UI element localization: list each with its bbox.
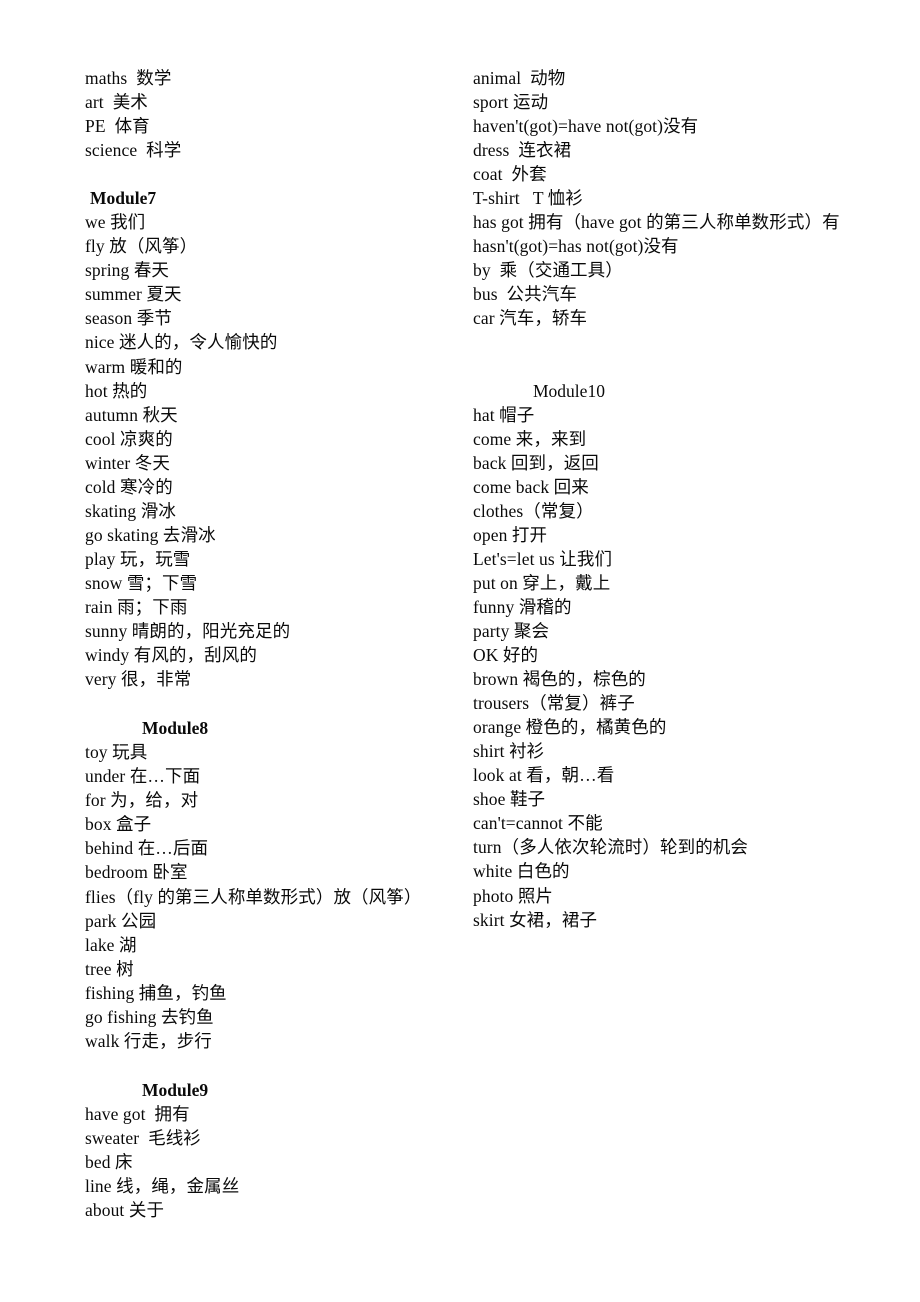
vocabulary-entry: bus 公共汽车 bbox=[473, 284, 577, 305]
vocabulary-entry: coat 外套 bbox=[473, 164, 547, 185]
vocabulary-entry: sunny 晴朗的，阳光充足的 bbox=[85, 621, 291, 642]
vocabulary-entry: OK 好的 bbox=[473, 645, 539, 666]
vocabulary-entry: for 为，给，对 bbox=[85, 790, 199, 811]
vocabulary-entry: skating 滑冰 bbox=[85, 500, 176, 521]
vocabulary-entry: go fishing 去钓鱼 bbox=[85, 1006, 214, 1027]
vocabulary-entry: shoe 鞋子 bbox=[473, 789, 546, 810]
vocabulary-entry: by 乘（交通工具） bbox=[473, 260, 623, 281]
vocabulary-entry: brown 褐色的，棕色的 bbox=[473, 669, 646, 690]
vocabulary-entry: warm 暖和的 bbox=[85, 356, 183, 377]
vocabulary-entry: cool 凉爽的 bbox=[85, 428, 173, 449]
vocabulary-entry: science 科学 bbox=[85, 140, 182, 161]
vocabulary-entry: put on 穿上，戴上 bbox=[473, 572, 611, 593]
vocabulary-entry: maths 数学 bbox=[85, 68, 172, 88]
vocabulary-entry: rain 雨；下雨 bbox=[85, 596, 188, 617]
vocabulary-entry: animal 动物 bbox=[473, 68, 566, 88]
vocabulary-entry: art 美术 bbox=[85, 92, 148, 113]
vocabulary-entry: hot 热的 bbox=[85, 380, 148, 401]
vocabulary-entry: Let's=let us 让我们 bbox=[473, 548, 613, 569]
vocabulary-entry: toy 玩具 bbox=[85, 742, 148, 763]
module-heading: Module9 bbox=[142, 1079, 209, 1100]
vocabulary-entry: go skating 去滑冰 bbox=[85, 524, 216, 545]
vocabulary-entry: bed 床 bbox=[85, 1151, 133, 1172]
vocabulary-entry: clothes（常复） bbox=[473, 500, 594, 521]
document-page: maths 数学 art 美术 PE 体育 science 科学 Module7 we 我… bbox=[0, 0, 920, 1302]
vocabulary-entry: back 回到，返回 bbox=[473, 452, 599, 473]
vocabulary-entry: summer 夏天 bbox=[85, 284, 182, 305]
vocabulary-entry: walk 行走，步行 bbox=[85, 1030, 212, 1051]
vocabulary-entry: T-shirt T 恤衫 bbox=[473, 188, 583, 209]
vocabulary-entry: line 线，绳，金属丝 bbox=[85, 1176, 240, 1197]
vocabulary-entry: dress 连衣裙 bbox=[473, 140, 572, 161]
vocabulary-entry: can't=cannot 不能 bbox=[473, 813, 603, 834]
vocabulary-entry: behind 在…后面 bbox=[85, 838, 209, 859]
vocabulary-entry: turn（多人依次轮流时）轮到的机会 bbox=[473, 837, 748, 858]
vocabulary-entry: snow 雪；下雪 bbox=[85, 572, 198, 593]
vocabulary-entry: tree 树 bbox=[85, 958, 134, 979]
module-heading: Module8 bbox=[142, 718, 209, 739]
vocabulary-entry: nice 迷人的，令人愉快的 bbox=[85, 332, 278, 353]
module-heading: Module10 bbox=[533, 380, 605, 401]
vocabulary-entry: spring 春天 bbox=[85, 260, 170, 281]
vocabulary-entry: autumn 秋天 bbox=[85, 404, 178, 425]
vocabulary-entry: play 玩，玩雪 bbox=[85, 548, 191, 569]
vocabulary-entry: flies（fly 的第三人称单数形式）放（风筝） bbox=[85, 886, 422, 907]
vocabulary-entry: windy 有风的，刮风的 bbox=[85, 645, 257, 666]
vocabulary-entry: white 白色的 bbox=[473, 861, 570, 882]
vocabulary-entry: funny 滑稽的 bbox=[473, 596, 572, 617]
vocabulary-entry: season 季节 bbox=[85, 308, 172, 329]
vocabulary-entry: about 关于 bbox=[85, 1200, 165, 1221]
vocabulary-entry: open 打开 bbox=[473, 524, 548, 545]
vocabulary-entry: have got 拥有 bbox=[85, 1103, 190, 1124]
vocabulary-entry: haven't(got)=have not(got)没有 bbox=[473, 116, 699, 137]
vocabulary-entry: cold 寒冷的 bbox=[85, 476, 173, 497]
vocabulary-entry: car 汽车，轿车 bbox=[473, 308, 588, 329]
vocabulary-entry: has got 拥有（have got 的第三人称单数形式）有 bbox=[473, 212, 840, 233]
vocabulary-entry: park 公园 bbox=[85, 910, 157, 931]
vocabulary-entry: sport 运动 bbox=[473, 92, 549, 113]
vocabulary-entry: winter 冬天 bbox=[85, 452, 170, 473]
vocabulary-entry: trousers（常复）裤子 bbox=[473, 693, 635, 714]
vocabulary-entry: orange 橙色的，橘黄色的 bbox=[473, 717, 667, 738]
vocabulary-entry: sweater 毛线衫 bbox=[85, 1127, 201, 1148]
vocabulary-column-right: animal 动物 sport 运动 haven't(got)=have not(g… bbox=[473, 66, 873, 932]
vocabulary-entry: photo 照片 bbox=[473, 885, 554, 906]
vocabulary-entry: come back 回来 bbox=[473, 476, 589, 497]
vocabulary-entry: fishing 捕鱼，钓鱼 bbox=[85, 982, 227, 1003]
vocabulary-entry: skirt 女裙，裙子 bbox=[473, 909, 598, 930]
vocabulary-entry: party 聚会 bbox=[473, 620, 550, 641]
vocabulary-entry: we 我们 bbox=[85, 212, 146, 233]
vocabulary-entry: hat 帽子 bbox=[473, 404, 535, 425]
vocabulary-entry: shirt 衬衫 bbox=[473, 741, 545, 762]
module-heading: Module7 bbox=[90, 188, 157, 209]
vocabulary-column-left: maths 数学 art 美术 PE 体育 science 科学 Module7 we 我… bbox=[85, 66, 455, 1222]
vocabulary-entry: very 很，非常 bbox=[85, 669, 192, 690]
vocabulary-entry: hasn't(got)=has not(got)没有 bbox=[473, 236, 679, 257]
vocabulary-entry: box 盒子 bbox=[85, 814, 152, 835]
vocabulary-entry: lake 湖 bbox=[85, 934, 137, 955]
vocabulary-entry: PE 体育 bbox=[85, 116, 150, 137]
vocabulary-entry: bedroom 卧室 bbox=[85, 862, 188, 883]
vocabulary-entry: look at 看，朝…看 bbox=[473, 765, 615, 786]
vocabulary-entry: come 来，来到 bbox=[473, 428, 587, 449]
vocabulary-entry: under 在…下面 bbox=[85, 766, 201, 787]
vocabulary-entry: fly 放（风筝） bbox=[85, 236, 198, 257]
